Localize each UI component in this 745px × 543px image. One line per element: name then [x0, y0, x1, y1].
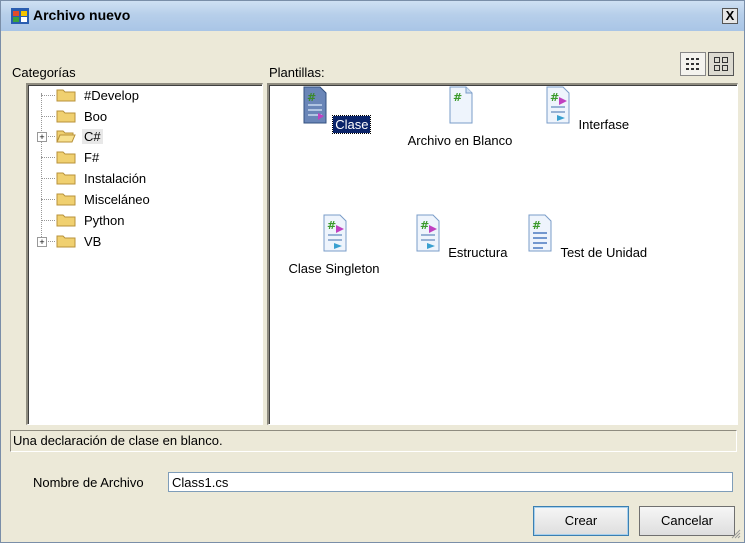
- dialog-body: Categorías Plantillas: + + #Develop Boo …: [2, 32, 743, 541]
- category-label: Boo: [84, 108, 108, 124]
- category-item-python[interactable]: Python: [56, 210, 126, 230]
- template-item-estructura[interactable]: # Estructura: [395, 213, 525, 261]
- description-text: Una declaración de clase en blanco.: [13, 433, 223, 448]
- folder-icon: [56, 89, 76, 102]
- unit-test-file-icon: #: [528, 214, 552, 252]
- category-item-csharp[interactable]: C#: [56, 126, 103, 146]
- filename-label: Nombre de Archivo: [33, 475, 144, 490]
- category-label: Instalación: [84, 170, 147, 186]
- svg-text:#: #: [307, 91, 316, 104]
- list-view-button[interactable]: [680, 52, 706, 76]
- template-item-clase[interactable]: # Clase: [269, 85, 399, 134]
- category-label: Misceláneo: [84, 191, 150, 207]
- folder-icon: [56, 235, 76, 248]
- interface-file-icon: #: [546, 86, 570, 124]
- folder-icon: [56, 110, 76, 123]
- category-label: C#: [82, 128, 103, 144]
- large-icons-view-button[interactable]: [708, 52, 734, 76]
- open-folder-icon: [56, 130, 76, 143]
- category-label: #Develop: [84, 87, 139, 103]
- expand-toggle-csharp[interactable]: +: [37, 132, 47, 142]
- resize-grip-icon[interactable]: [729, 527, 741, 539]
- filename-input[interactable]: [168, 472, 733, 492]
- svg-text:#: #: [532, 219, 541, 232]
- svg-text:#: #: [327, 219, 336, 232]
- blank-file-icon: #: [449, 86, 473, 124]
- categories-tree[interactable]: + + #Develop Boo C# F# Instalación Misce…: [26, 83, 263, 425]
- category-item-miscelaneo[interactable]: Misceláneo: [56, 189, 152, 209]
- folder-icon: [56, 214, 76, 227]
- app-icon: [11, 8, 29, 24]
- categories-label: Categorías: [12, 65, 76, 80]
- template-label: Test de Unidad: [560, 245, 648, 260]
- svg-text:#: #: [420, 219, 429, 232]
- template-label: Clase: [332, 115, 372, 134]
- template-label: Clase Singleton: [288, 261, 380, 276]
- cancel-button[interactable]: Cancelar: [639, 506, 735, 536]
- category-item-boo[interactable]: Boo: [56, 106, 109, 126]
- folder-icon: [56, 172, 76, 185]
- title-bar[interactable]: Archivo nuevo X: [1, 1, 744, 31]
- close-button[interactable]: X: [722, 8, 738, 24]
- template-item-archivo-en-blanco[interactable]: # Archivo en Blanco: [395, 85, 525, 149]
- category-label: Python: [84, 212, 125, 228]
- template-label: Estructura: [448, 245, 508, 260]
- template-label: Archivo en Blanco: [407, 133, 513, 148]
- svg-text:#: #: [550, 91, 559, 104]
- category-item-fsharp[interactable]: F#: [56, 147, 101, 167]
- svg-text:#: #: [453, 91, 462, 104]
- new-file-dialog: Archivo nuevo X Categorías Plantillas: +…: [0, 0, 745, 543]
- template-item-interfase[interactable]: # Interfase: [521, 85, 651, 133]
- templates-list[interactable]: # Clase # Archivo en Blanco # Interfase …: [267, 83, 738, 425]
- create-button[interactable]: Crear: [533, 506, 629, 536]
- singleton-file-icon: #: [323, 214, 347, 252]
- window-title: Archivo nuevo: [33, 7, 131, 23]
- category-item-instalacion[interactable]: Instalación: [56, 168, 148, 188]
- expand-toggle-vb[interactable]: +: [37, 237, 47, 247]
- category-item-develop[interactable]: #Develop: [56, 85, 141, 105]
- folder-icon: [56, 193, 76, 206]
- folder-icon: [56, 151, 76, 164]
- struct-file-icon: #: [416, 214, 440, 252]
- large-icons-view-icon: [714, 57, 728, 71]
- category-label: F#: [84, 149, 100, 165]
- templates-label: Plantillas:: [269, 65, 325, 80]
- template-item-test-de-unidad[interactable]: # Test de Unidad: [521, 213, 651, 261]
- class-file-icon: #: [303, 86, 327, 124]
- template-item-clase-singleton[interactable]: # Clase Singleton: [269, 213, 399, 277]
- category-label: VB: [84, 233, 102, 249]
- template-label: Interfase: [578, 117, 630, 132]
- list-view-icon: [686, 58, 699, 70]
- template-description: Una declaración de clase en blanco.: [10, 430, 737, 452]
- category-item-vb[interactable]: VB: [56, 231, 103, 251]
